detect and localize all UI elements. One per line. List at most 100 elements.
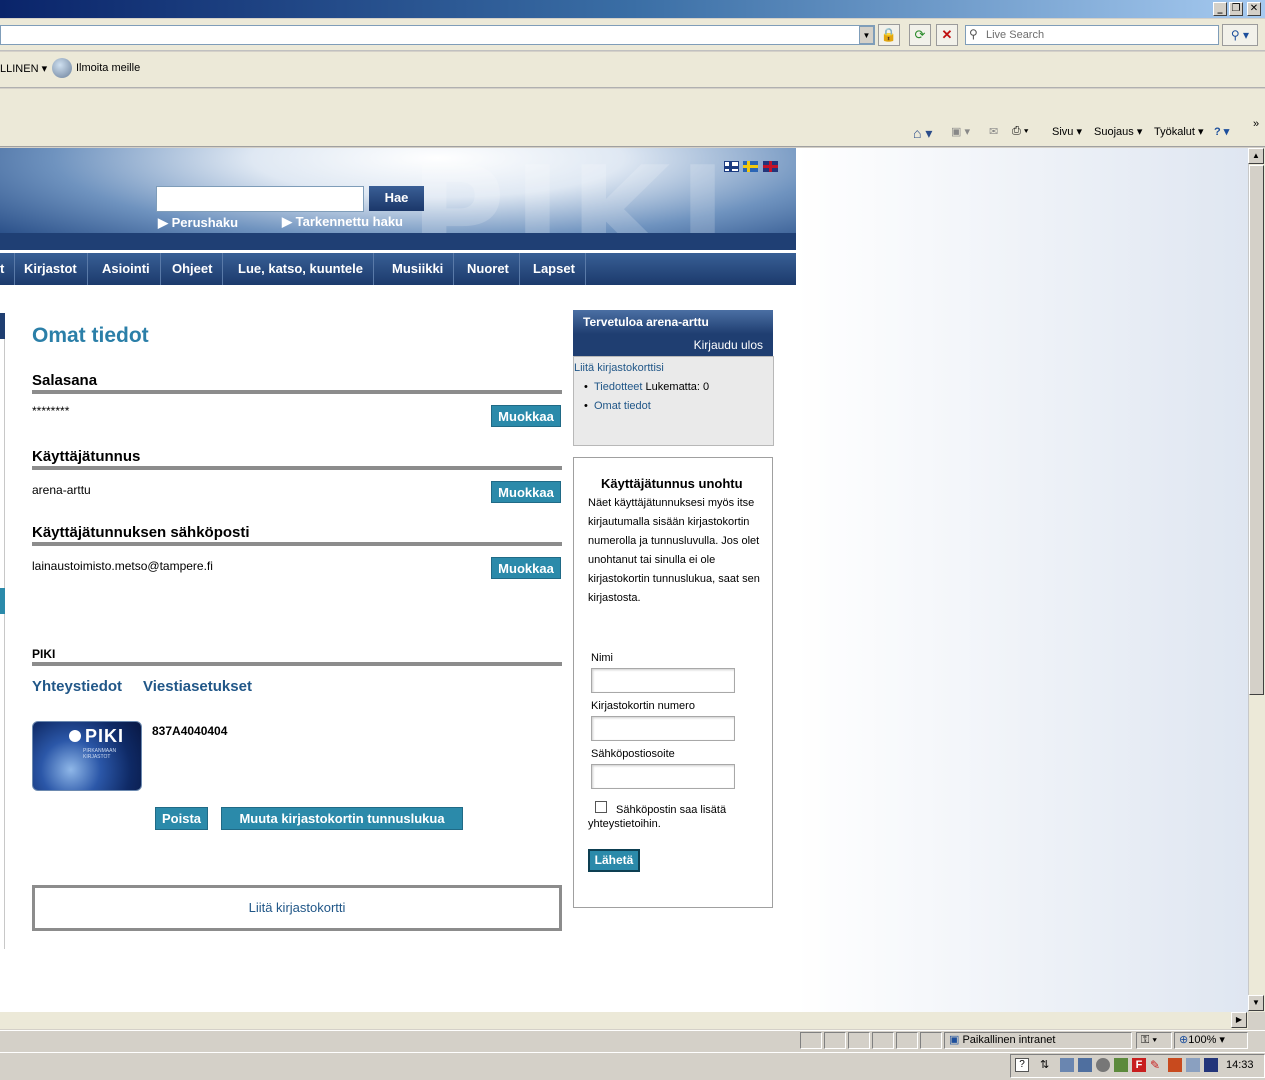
library-card-image: PIKI PIRKANMAAN KIRJASTOT <box>32 721 142 791</box>
email-input[interactable] <box>591 764 735 789</box>
flash-tray-icon[interactable]: F <box>1132 1058 1146 1072</box>
status-cell <box>800 1032 822 1049</box>
help-tray-icon[interactable]: ? <box>1015 1058 1029 1072</box>
scroll-up-icon[interactable]: ▲ <box>1248 148 1264 164</box>
edit-password-button[interactable]: Muokkaa <box>491 405 561 427</box>
name-label: Nimi <box>591 652 613 664</box>
live-search-input[interactable]: Live Search <box>965 25 1219 45</box>
minimize-icon[interactable]: _ <box>1213 2 1227 16</box>
display-tray-icon[interactable] <box>1204 1058 1218 1072</box>
tray-app-icon[interactable] <box>1060 1058 1074 1072</box>
flag-fi-icon[interactable] <box>724 161 739 172</box>
advanced-search-link[interactable]: ▶ Tarkennettu haku <box>282 214 403 230</box>
tools-menu[interactable]: Työkalut ▾ <box>1154 125 1204 138</box>
horizontal-scrollbar[interactable] <box>0 1012 1248 1029</box>
window-title-bar <box>0 0 1265 18</box>
username-value: arena-arttu <box>32 483 91 497</box>
card-number: 837A4040404 <box>152 724 228 738</box>
tray-app-icon[interactable] <box>1114 1058 1128 1072</box>
live-search-button[interactable]: ⚲ ▾ <box>1222 24 1258 46</box>
address-field[interactable] <box>0 25 875 45</box>
piki-heading: PIKI <box>32 647 56 661</box>
attach-card-link[interactable]: Liitä kirjastokortti <box>32 885 562 931</box>
nav-item-ohjeet[interactable]: Ohjeet <box>162 253 224 285</box>
left-menu-fragment <box>0 588 5 614</box>
send-button[interactable]: Lähetä <box>588 849 640 872</box>
forgot-username-form: Käyttäjätunnus unohtu Näet käyttäjätunnu… <box>573 457 773 908</box>
remove-card-button[interactable]: Poista <box>155 807 208 830</box>
scroll-thumb[interactable] <box>1249 165 1264 695</box>
zone-indicator[interactable]: ▣ Paikallinen intranet <box>944 1032 1132 1049</box>
feeds-icon[interactable]: ▣ ▾ <box>951 125 970 138</box>
forgot-username-text: Näet käyttäjätunnuksesi myös itse kirjau… <box>588 497 760 604</box>
help-icon[interactable]: ? ▾ <box>1214 125 1229 138</box>
intranet-icon: ▣ <box>949 1034 960 1046</box>
section-divider <box>32 466 562 470</box>
basic-search-link[interactable]: ▶ Perushaku <box>158 215 238 231</box>
card-subtitle: PIRKANMAAN KIRJASTOT <box>83 748 117 760</box>
report-link[interactable]: Ilmoita meille <box>52 58 140 78</box>
nav-item-lapset[interactable]: Lapset <box>523 253 586 285</box>
safety-menu[interactable]: Suojaus ▾ <box>1094 125 1142 138</box>
flag-se-icon[interactable] <box>743 161 758 172</box>
close-icon[interactable]: ✕ <box>1247 2 1261 16</box>
site-search-input[interactable] <box>156 186 364 212</box>
scroll-down-icon[interactable]: ▼ <box>1248 995 1264 1011</box>
print-icon[interactable]: ⎙ ▾ <box>1012 125 1028 138</box>
card-logo: PIKI <box>85 726 125 746</box>
name-input[interactable] <box>591 668 735 693</box>
mail-icon[interactable]: ✉ <box>989 125 998 138</box>
home-icon[interactable]: ⌂ ▾ <box>913 125 932 142</box>
scroll-right-icon[interactable]: ▶ <box>1231 1012 1247 1028</box>
refresh-icon[interactable]: ⟳ <box>909 24 931 46</box>
links-toolbar <box>0 52 1265 88</box>
forgot-username-title: Käyttäjätunnus unohtu <box>601 476 743 491</box>
flag-uk-icon[interactable] <box>763 161 778 172</box>
restore-icon[interactable]: ❐ <box>1229 2 1243 16</box>
password-heading: Salasana <box>32 372 98 389</box>
nav-item-asiointi[interactable]: Asiointi <box>92 253 161 285</box>
logout-link[interactable]: Kirjaudu ulos <box>573 334 773 356</box>
nav-item-kirjastot[interactable]: Kirjastot <box>14 253 88 285</box>
zoom-icon: ⊕ <box>1179 1034 1189 1046</box>
command-bar <box>0 89 1265 147</box>
bulletins-link[interactable]: Tiedotteet <box>594 381 643 393</box>
address-dropdown-icon[interactable]: ▼ <box>859 26 874 44</box>
clock: 14:33 <box>1226 1059 1254 1071</box>
protected-mode-icon[interactable]: ⚿ ▾ <box>1136 1032 1172 1049</box>
my-info-link[interactable]: Omat tiedot <box>594 400 651 412</box>
page-viewport: PIKI Hae ▶ Perushaku ▶ Tarkennettu haku … <box>0 148 1248 1012</box>
pin-tray-icon[interactable]: ✎ <box>1150 1058 1164 1072</box>
tray-app-icon[interactable] <box>1096 1058 1110 1072</box>
stop-icon[interactable]: ✕ <box>936 24 958 46</box>
tab-contact[interactable]: Yhteystiedot <box>32 678 122 695</box>
list-item: • Tiedotteet Lukematta: 0 <box>584 381 710 393</box>
page-menu[interactable]: Sivu ▾ <box>1052 125 1082 138</box>
volume-tray-icon[interactable] <box>1168 1058 1182 1072</box>
change-pin-button[interactable]: Muuta kirjastokortin tunnuslukua <box>221 807 463 830</box>
chevron-right-icon[interactable]: » <box>1253 118 1259 130</box>
section-divider <box>32 390 562 394</box>
network-tray-icon[interactable]: ⇅ <box>1040 1058 1054 1072</box>
email-value: lainaustoimisto.metso@tampere.fi <box>32 559 213 573</box>
status-cell <box>896 1032 918 1049</box>
consent-label: Sähköpostin saa lisätä yhteystietoihin. <box>588 804 727 830</box>
tray-app-icon[interactable] <box>1078 1058 1092 1072</box>
edit-username-button[interactable]: Muokkaa <box>491 481 561 503</box>
links-item[interactable]: LLINEN ▾ <box>0 62 47 75</box>
left-menu-fragment <box>0 313 5 339</box>
list-item: • Omat tiedot <box>584 400 651 412</box>
nav-item-nuoret[interactable]: Nuoret <box>457 253 520 285</box>
tab-message-settings[interactable]: Viestiasetukset <box>143 678 252 695</box>
nav-item-musiikki[interactable]: Musiikki <box>382 253 455 285</box>
attach-card-sidebar-link[interactable]: Liitä kirjastokorttisi <box>574 362 664 374</box>
lock-icon[interactable]: 🔒 <box>878 24 900 46</box>
wireless-tray-icon[interactable] <box>1186 1058 1200 1072</box>
zoom-control[interactable]: ⊕100% ▾ <box>1174 1032 1248 1049</box>
account-links-box: Liitä kirjastokorttisi • Tiedotteet Luke… <box>573 356 774 446</box>
search-button[interactable]: Hae <box>369 186 424 211</box>
edit-email-button[interactable]: Muokkaa <box>491 557 561 579</box>
card-number-input[interactable] <box>591 716 735 741</box>
nav-item-lue-katso-kuuntele[interactable]: Lue, katso, kuuntele <box>228 253 374 285</box>
page-title: Omat tiedot <box>32 324 149 347</box>
